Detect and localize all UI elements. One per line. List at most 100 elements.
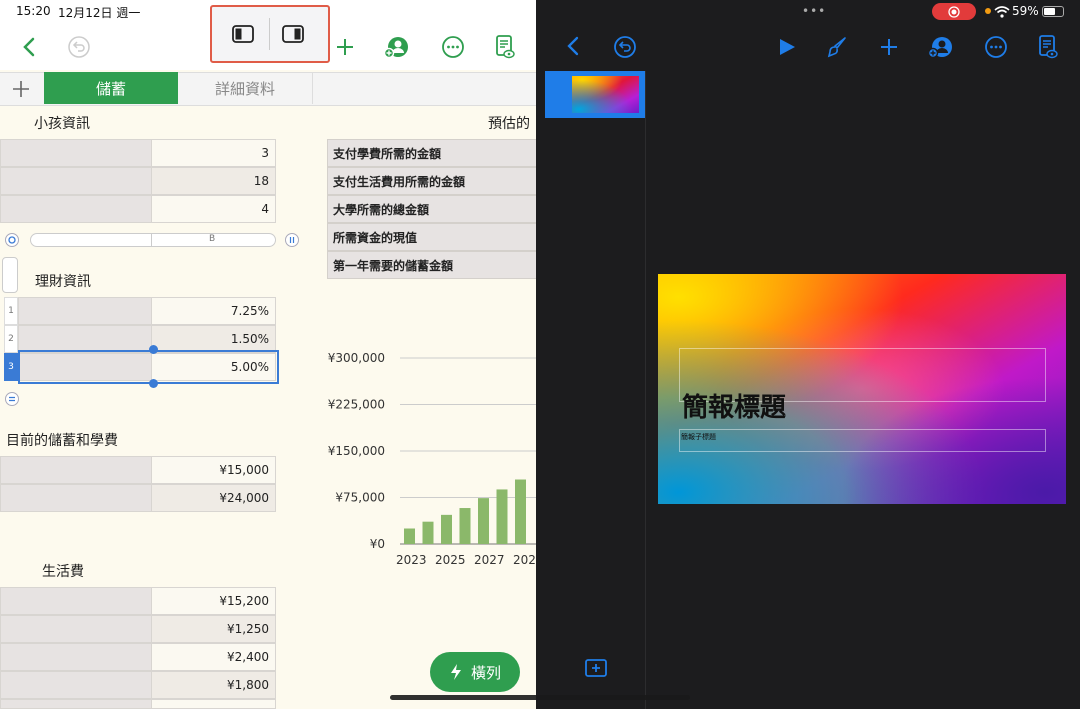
finance-value-1[interactable]: 7.25% <box>151 297 276 325</box>
column-resize-handle-icon[interactable] <box>284 232 300 248</box>
chart-bar[interactable] <box>404 528 415 545</box>
column-header-bar[interactable]: B <box>30 233 276 247</box>
finance-value-2[interactable]: 1.50% <box>151 325 276 353</box>
chart-y-tick-label: ¥225,000 <box>328 398 385 412</box>
table-cell[interactable] <box>0 699 152 709</box>
chart-bar[interactable] <box>422 521 434 544</box>
kids-value-2[interactable]: 18 <box>151 167 276 195</box>
chart-bar[interactable] <box>441 514 452 544</box>
wifi-icon <box>994 4 1010 18</box>
chart-x-tick-label: 2025 <box>435 553 466 567</box>
format-icon[interactable] <box>492 34 518 60</box>
selection-handle-bottom[interactable] <box>149 379 158 388</box>
table-cell[interactable] <box>0 587 152 615</box>
record-icon <box>948 5 960 18</box>
table-cell[interactable] <box>0 484 152 512</box>
split-left-icon[interactable] <box>231 24 255 44</box>
paintbrush-icon[interactable] <box>825 35 849 59</box>
split-right-icon[interactable] <box>281 24 305 44</box>
table-cell[interactable] <box>0 456 152 484</box>
selection-handle-top[interactable] <box>149 345 158 354</box>
estimate-row-1[interactable]: 支付學費所需的金額 <box>327 139 536 167</box>
chart-bar[interactable] <box>515 479 526 544</box>
slide-title[interactable]: 簡報標題 <box>682 387 786 424</box>
table-cell[interactable] <box>18 297 152 325</box>
back-icon[interactable] <box>566 36 582 58</box>
add-row-handle-icon[interactable] <box>4 391 20 407</box>
savings-section-title: 目前的儲蓄和學費 <box>6 433 118 449</box>
kids-value-3[interactable]: 4 <box>151 195 276 223</box>
estimate-row-4[interactable]: 所需資金的現值 <box>327 223 536 251</box>
more-icon[interactable] <box>440 34 466 60</box>
add-icon[interactable] <box>332 34 358 60</box>
living-value-2[interactable]: ¥1,250 <box>151 615 276 643</box>
tab-details[interactable]: 詳細資料 <box>178 72 313 104</box>
mic-indicator-dot <box>985 8 991 14</box>
split-view-controls <box>210 5 330 63</box>
collaborate-icon[interactable] <box>384 34 410 60</box>
table-cell[interactable] <box>0 615 152 643</box>
living-value-3[interactable]: ¥2,400 <box>151 643 276 671</box>
chart-x-tick-label: 2027 <box>474 553 505 567</box>
estimate-section-title: 預估的 <box>488 116 530 132</box>
chart-y-tick-label: ¥0 <box>370 537 385 551</box>
living-value-1[interactable]: ¥15,200 <box>151 587 276 615</box>
table-cell[interactable] <box>18 325 152 353</box>
kids-value-1[interactable]: 3 <box>151 139 276 167</box>
undo-icon[interactable] <box>66 34 92 60</box>
screen-recording-indicator[interactable] <box>932 3 976 20</box>
select-all-handle-icon[interactable] <box>4 232 20 248</box>
table-cell[interactable] <box>0 195 152 223</box>
row-number[interactable]: 1 <box>4 297 18 325</box>
format-icon[interactable] <box>1037 34 1059 60</box>
savings-value-1[interactable]: ¥15,000 <box>151 456 276 484</box>
lightning-icon <box>450 664 461 680</box>
subtitle-placeholder[interactable] <box>679 429 1046 452</box>
undo-icon[interactable] <box>613 35 637 59</box>
table-cell[interactable] <box>0 167 152 195</box>
row-number-selected[interactable]: 3 <box>4 353 18 381</box>
estimate-row-5[interactable]: 第一年需要的儲蓄金額 <box>327 251 536 279</box>
add-sheet-icon[interactable] <box>10 78 32 100</box>
status-time: 15:20 <box>16 4 51 18</box>
slide-thumbnail-1[interactable]: 1 <box>545 71 645 118</box>
chart-x-tick-label: 2023 <box>396 553 427 567</box>
back-icon[interactable] <box>16 34 42 60</box>
slide-subtitle[interactable]: 簡報子標題 <box>681 432 716 442</box>
table-cell[interactable] <box>0 671 152 699</box>
savings-value-2[interactable]: ¥24,000 <box>151 484 276 512</box>
table-cell[interactable] <box>0 643 152 671</box>
multitasking-dots-icon[interactable]: ••• <box>802 4 826 18</box>
table-cell[interactable] <box>0 139 152 167</box>
play-icon[interactable] <box>777 37 797 57</box>
savings-chart[interactable]: ¥300,000 ¥225,000 ¥150,000 ¥75,000 ¥0 2023 202… <box>320 340 536 570</box>
living-value-4[interactable]: ¥1,800 <box>151 671 276 699</box>
table-cell[interactable] <box>151 699 276 709</box>
living-section-title: 生活費 <box>42 564 84 580</box>
row-action-button[interactable]: 橫列 <box>430 652 520 692</box>
estimate-row-3[interactable]: 大學所需的總金額 <box>327 195 536 223</box>
battery-percent: 59% <box>1012 4 1039 18</box>
slide-navigator <box>536 71 646 709</box>
add-slide-icon[interactable] <box>584 658 607 678</box>
chart-bar[interactable] <box>459 508 471 544</box>
chart-bar[interactable] <box>496 489 508 544</box>
keynote-app-pane: ••• 59% 1 <box>536 0 1080 709</box>
split-divider <box>269 18 270 50</box>
collaborate-icon[interactable] <box>927 35 954 59</box>
chart-bar[interactable] <box>478 498 489 544</box>
column-separator <box>151 234 152 246</box>
more-icon[interactable] <box>984 35 1008 59</box>
tab-savings[interactable]: 儲蓄 <box>44 72 178 104</box>
slide-canvas[interactable]: 簡報標題 簡報子標題 <box>658 274 1066 504</box>
finance-section-title: 理財資訊 <box>35 274 91 290</box>
estimate-row-2[interactable]: 支付生活費用所需的金額 <box>327 167 536 195</box>
chart-y-tick-label: ¥150,000 <box>328 444 385 458</box>
numbers-app-pane: 15:20 12月12日 週一 儲蓄 詳細資料 小孩資訊 3 18 4 B 理財… <box>0 0 536 709</box>
row-number[interactable]: 2 <box>4 325 18 353</box>
battery-icon <box>1042 6 1064 17</box>
savings-bar-chart-svg: ¥300,000 ¥225,000 ¥150,000 ¥75,000 ¥0 2023 202… <box>328 351 536 567</box>
add-icon[interactable] <box>879 37 899 57</box>
home-indicator[interactable] <box>390 695 690 700</box>
row-header-bar[interactable] <box>2 257 18 293</box>
